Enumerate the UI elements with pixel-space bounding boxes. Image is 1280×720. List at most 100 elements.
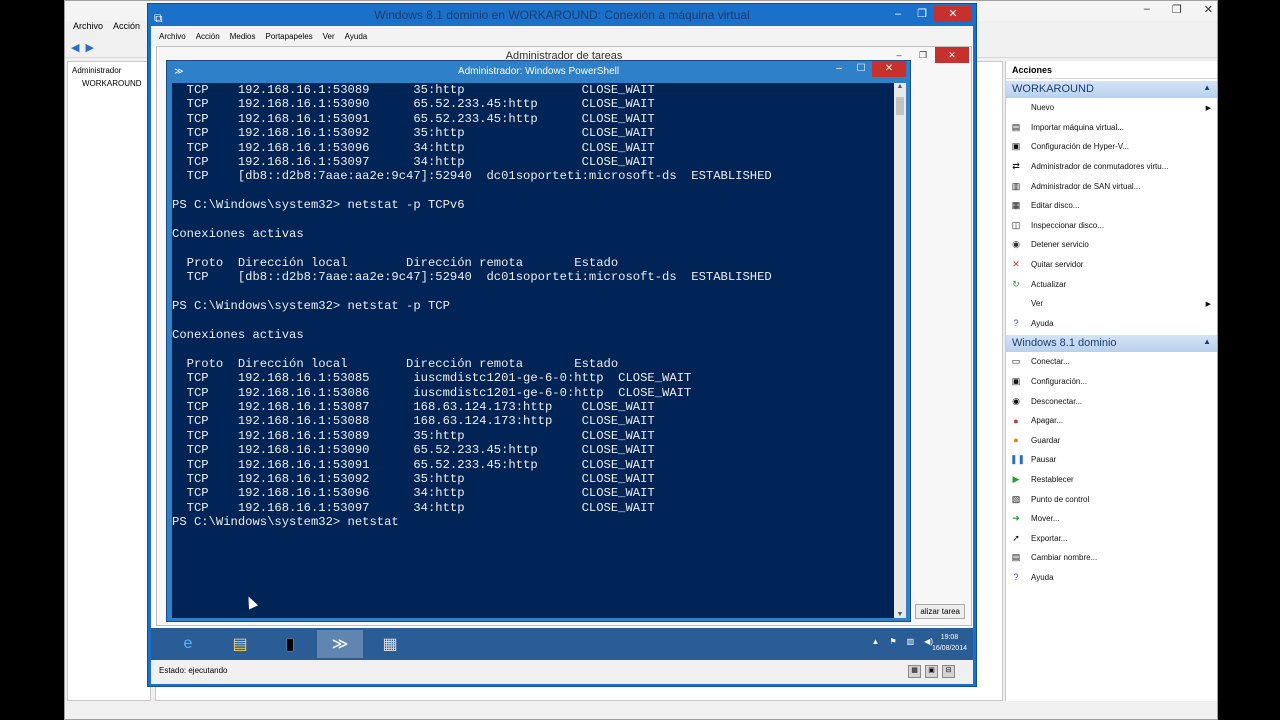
ie-icon[interactable]: e (165, 630, 211, 658)
export-icon: ➚ (1012, 532, 1020, 543)
action-item[interactable]: ? Ayuda (1006, 568, 1217, 588)
vm-menu-medios[interactable]: Medios (230, 32, 256, 41)
console-line: TCP 192.168.16.1:53090 65.52.233.45:http… (172, 97, 655, 112)
settings-icon: ▣ (1011, 141, 1021, 152)
flag-icon[interactable]: ⚑ (889, 637, 896, 646)
action-item[interactable]: ➜ Mover... (1006, 509, 1217, 529)
settings-icon: ▣ (1011, 376, 1021, 387)
action-label: Apagar... (1031, 416, 1064, 426)
action-label: Administrador de conmutadores virtu... (1031, 162, 1169, 172)
action-label: Inspeccionar disco... (1031, 220, 1104, 230)
action-label: Ayuda (1031, 318, 1054, 328)
remove-icon: ✕ (1012, 259, 1020, 270)
network-icon[interactable]: ▥ (907, 637, 915, 646)
action-item[interactable]: ? Ayuda (1006, 314, 1217, 334)
scroll-thumb[interactable] (896, 97, 904, 115)
shutdown-icon: ● (1013, 415, 1019, 426)
action-label: Editar disco... (1031, 201, 1080, 211)
minimize-icon[interactable]: – (828, 61, 850, 77)
submenu-arrow-icon: ▶ (1205, 104, 1211, 112)
server-manager-icon[interactable]: ▦ (367, 630, 413, 658)
close-icon[interactable]: ✕ (934, 6, 972, 22)
action-label: Guardar (1031, 435, 1061, 445)
action-item[interactable]: ❚❚ Pausar (1006, 450, 1217, 470)
edit-disk-icon: ▦ (1011, 200, 1021, 211)
menu-accion[interactable]: Acción (113, 21, 140, 37)
action-item[interactable]: ▭ Conectar... (1006, 352, 1217, 372)
vm-menu-archivo[interactable]: Archivo (159, 32, 186, 41)
close-icon[interactable]: ✕ (935, 47, 969, 63)
tray-clock[interactable]: 19:08 16/08/2014 (932, 632, 967, 654)
action-item[interactable]: ➚ Exportar... (1006, 528, 1217, 548)
action-item[interactable]: ▣ Configuración... (1006, 372, 1217, 392)
close-icon[interactable]: ✕ (872, 61, 906, 77)
tree-item-root[interactable]: Administrador (72, 64, 146, 77)
console-line: TCP 192.168.16.1:53089 35:http CLOSE_WAI… (172, 83, 655, 97)
back-icon[interactable]: ◀ (71, 41, 79, 54)
console-line: TCP [db8::d2b8:7aae:aa2e:9c47]:52940 dc0… (172, 169, 772, 184)
end-task-button[interactable]: alizar tarea (915, 604, 965, 619)
minimize-icon[interactable]: – (886, 6, 910, 22)
action-item[interactable]: Nuevo ▶ (1006, 98, 1217, 118)
restore-icon[interactable]: ❐ (911, 47, 935, 63)
vm-menu-accion[interactable]: Acción (196, 32, 220, 41)
action-item[interactable]: ▤ Cambiar nombre... (1006, 548, 1217, 568)
vm-menu-portapapeles[interactable]: Portapapeles (266, 32, 313, 41)
forward-icon[interactable]: ▶ (85, 41, 93, 54)
action-item[interactable]: ▥ Administrador de SAN virtual... (1006, 176, 1217, 196)
console-scrollbar[interactable]: ▲ ▼ (894, 83, 906, 618)
maximize-icon[interactable]: ☐ (850, 61, 872, 77)
action-label: Actualizar (1031, 279, 1067, 289)
close-icon[interactable]: ✕ (1204, 3, 1213, 16)
restore-icon[interactable]: ❐ (1172, 3, 1182, 16)
action-item[interactable]: ● Apagar... (1006, 411, 1217, 431)
vm-titlebar: ⧉ Windows 8.1 dominio en WORKAROUND: Con… (148, 4, 976, 26)
scroll-down-icon[interactable]: ▼ (894, 611, 906, 618)
minimize-icon[interactable]: – (1144, 3, 1150, 16)
powershell-caption-buttons: – ☐ ✕ (828, 61, 906, 77)
vm-taskbar: e ▤ ▮ ≫ ▦ ▲ ⚑ ▥ ◀) 19:08 16/08/2014 (151, 628, 973, 660)
action-label: Quitar servidor (1031, 260, 1084, 270)
action-item[interactable]: ▦ Editar disco... (1006, 196, 1217, 216)
powershell-icon[interactable]: ≫ (317, 630, 363, 658)
action-item[interactable]: ↻ Actualizar (1006, 274, 1217, 294)
explorer-icon[interactable]: ▤ (217, 630, 263, 658)
tray-arrow-icon[interactable]: ▲ (872, 637, 880, 646)
console-line: TCP 192.168.16.1:53092 35:http CLOSE_WAI… (172, 126, 655, 141)
action-item[interactable]: ✕ Quitar servidor (1006, 255, 1217, 275)
hyperv-tree: Administrador WORKAROUND (67, 61, 151, 701)
scroll-up-icon[interactable]: ▲ (894, 83, 906, 90)
action-item[interactable]: ▧ Punto de control (1006, 489, 1217, 509)
actions-group-host[interactable]: WORKAROUND ▲ (1006, 81, 1217, 98)
menu-archivo[interactable]: Archivo (73, 21, 103, 37)
action-item[interactable]: ▶ Restablecer (1006, 470, 1217, 490)
console-line: PS C:\Windows\system32> netstat (172, 515, 399, 530)
cmd-icon[interactable]: ▮ (267, 630, 313, 658)
vm-menu-ver[interactable]: Ver (323, 32, 335, 41)
powershell-window: ≫ Administrador: Windows PowerShell – ☐ … (166, 60, 911, 622)
console-line: TCP 192.168.16.1:53087 168.63.124.173:ht… (172, 399, 655, 414)
powershell-console[interactable]: TCP 192.168.16.1:53089 35:http CLOSE_WAI… (172, 83, 894, 618)
tree-item-server[interactable]: WORKAROUND (72, 77, 146, 90)
action-item[interactable]: ⇄ Administrador de conmutadores virtu... (1006, 157, 1217, 177)
action-item[interactable]: ◉ Detener servicio (1006, 235, 1217, 255)
actions-group-vm[interactable]: Windows 8.1 dominio ▲ (1006, 335, 1217, 353)
vm-status-text: Estado: ejecutando (159, 666, 228, 675)
collapse-icon[interactable]: ▲ (1203, 337, 1211, 346)
action-item[interactable]: ◉ Desconectar... (1006, 391, 1217, 411)
action-item[interactable]: ▤ Importar máquina virtual... (1006, 118, 1217, 138)
restore-icon[interactable]: ❐ (910, 6, 934, 22)
help-icon: ? (1013, 318, 1019, 329)
action-label: Importar máquina virtual... (1031, 122, 1124, 132)
action-item[interactable]: ▣ Configuración de Hyper-V... (1006, 137, 1217, 157)
action-item[interactable]: ● Guardar (1006, 431, 1217, 451)
action-label: Pausar (1031, 455, 1057, 465)
action-item[interactable]: ◫ Inspeccionar disco... (1006, 216, 1217, 236)
console-line: TCP 192.168.16.1:53092 35:http CLOSE_WAI… (172, 471, 655, 486)
collapse-icon[interactable]: ▲ (1203, 83, 1211, 92)
console-line: Conexiones activas (172, 227, 304, 242)
action-item[interactable]: Ver ▶ (1006, 294, 1217, 314)
console-line: PS C:\Windows\system32> netstat -p TCPv6 (172, 198, 465, 213)
connect-icon: ▭ (1011, 356, 1021, 367)
vm-menu-ayuda[interactable]: Ayuda (345, 32, 368, 41)
